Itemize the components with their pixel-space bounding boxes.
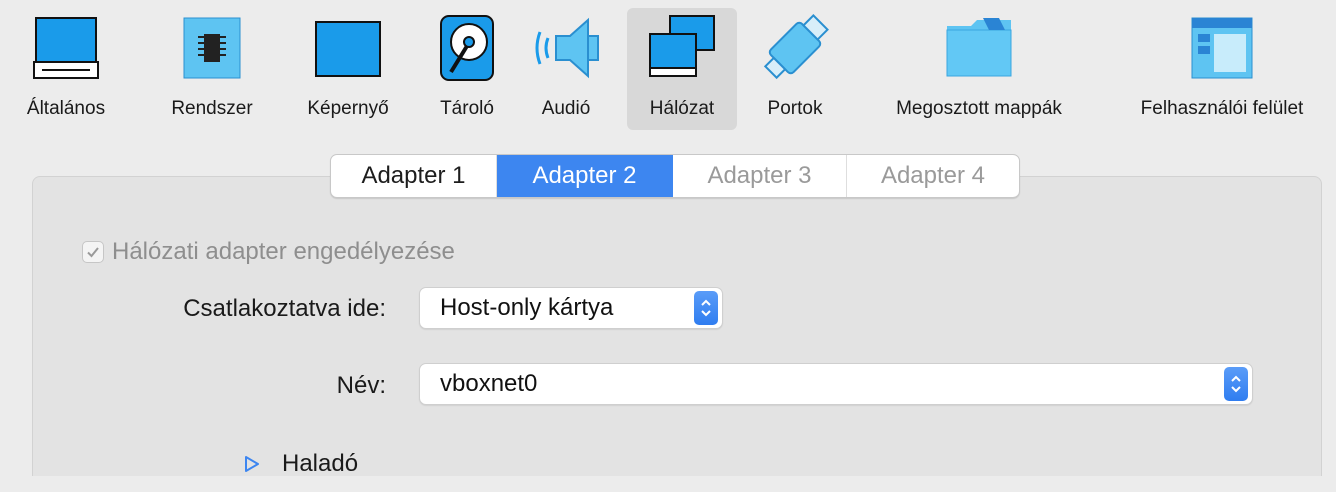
- enable-adapter-row: Hálózati adapter engedélyezése: [82, 238, 455, 266]
- toolbar-item-system[interactable]: Rendszer: [160, 8, 264, 130]
- checkmark-icon: [87, 247, 99, 258]
- preferences-toolbar: Általános Rendszer Képernyő Tároló Audió…: [0, 0, 1336, 132]
- general-icon: [30, 12, 102, 84]
- display-icon: [312, 12, 384, 84]
- toolbar-item-user-interface[interactable]: Felhasználói felület: [1116, 8, 1328, 130]
- toolbar-label-audio: Audió: [541, 98, 591, 119]
- ports-icon: [759, 12, 831, 84]
- toolbar-label-shared-folders: Megosztott mappák: [896, 98, 1062, 119]
- system-chip-icon: [176, 12, 248, 84]
- speaker-icon: [530, 12, 602, 84]
- toolbar-item-general[interactable]: Általános: [14, 8, 118, 130]
- tab-adapter-4[interactable]: Adapter 4: [847, 155, 1019, 197]
- advanced-disclosure[interactable]: Haladó: [244, 450, 358, 478]
- chevron-up-down-icon: [701, 299, 711, 317]
- storage-disk-icon: [431, 12, 503, 84]
- toolbar-item-storage[interactable]: Tároló: [424, 8, 510, 130]
- toolbar-label-general: Általános: [26, 98, 106, 119]
- toolbar-item-ports[interactable]: Portok: [752, 8, 838, 130]
- toolbar-item-network[interactable]: Hálózat: [627, 8, 737, 130]
- tab-adapter-2[interactable]: Adapter 2: [497, 155, 673, 197]
- user-interface-icon: [1186, 12, 1258, 84]
- toolbar-item-audio[interactable]: Audió: [524, 8, 608, 130]
- attached-to-select[interactable]: Host-only kártya: [419, 287, 723, 329]
- name-stepper[interactable]: [1224, 367, 1248, 401]
- chevron-up-down-icon: [1231, 375, 1241, 393]
- toolbar-label-storage: Tároló: [440, 98, 494, 119]
- toolbar-item-shared-folders[interactable]: Megosztott mappák: [866, 8, 1092, 130]
- name-value: vboxnet0: [440, 370, 538, 397]
- shared-folder-icon: [943, 12, 1015, 84]
- enable-adapter-label: Hálózati adapter engedélyezése: [112, 238, 455, 265]
- enable-adapter-checkbox[interactable]: [82, 241, 104, 263]
- name-select[interactable]: vboxnet0: [419, 363, 1253, 405]
- toolbar-label-network: Hálózat: [649, 98, 715, 119]
- attached-to-label: Csatlakoztatva ide:: [183, 295, 386, 322]
- adapter-tabs: Adapter 1 Adapter 2 Adapter 3 Adapter 4: [330, 154, 1020, 198]
- attached-to-stepper[interactable]: [694, 291, 718, 325]
- toolbar-item-display[interactable]: Képernyő: [296, 8, 400, 130]
- network-icon: [646, 12, 718, 84]
- advanced-label: Haladó: [282, 450, 359, 477]
- toolbar-label-system: Rendszer: [171, 98, 253, 119]
- name-label: Név:: [336, 372, 386, 399]
- toolbar-label-user-interface: Felhasználói felület: [1140, 98, 1304, 119]
- tab-adapter-3[interactable]: Adapter 3: [673, 155, 847, 197]
- disclosure-triangle-icon[interactable]: [244, 455, 260, 473]
- attached-to-value: Host-only kártya: [440, 294, 614, 321]
- toolbar-label-display: Képernyő: [307, 98, 389, 119]
- tab-adapter-1[interactable]: Adapter 1: [331, 155, 497, 197]
- toolbar-label-ports: Portok: [767, 98, 823, 119]
